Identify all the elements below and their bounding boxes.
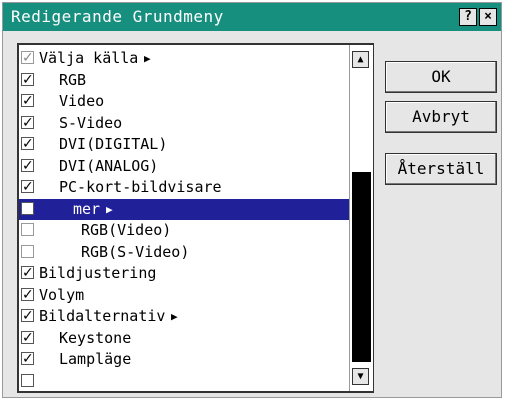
item-checkbox: [21, 244, 34, 258]
item-label: RGB(S-Video): [81, 242, 190, 261]
item-label: Bildalternativ: [39, 307, 166, 325]
item-checkbox[interactable]: [21, 134, 34, 155]
item-checkbox[interactable]: [21, 373, 34, 387]
scroll-down-button[interactable]: ▼: [352, 368, 369, 385]
item-label: Keystone: [59, 328, 132, 347]
item-label: Lampläge: [59, 350, 132, 368]
item-label: RGB(Video): [81, 221, 172, 239]
item-checkbox[interactable]: [21, 156, 34, 177]
list-item[interactable]: Keystone: [19, 328, 349, 349]
item-label: mer: [73, 199, 101, 218]
list-item[interactable]: Video: [19, 91, 349, 112]
list-item[interactable]: Bildjustering: [19, 263, 349, 284]
reset-button[interactable]: Återställ: [385, 153, 497, 185]
item-label: DVI(ANALOG): [59, 156, 159, 175]
list-item[interactable]: Bildalternativ ▶: [19, 306, 349, 327]
submenu-arrow-icon: ▶: [171, 310, 178, 323]
help-button[interactable]: ?: [459, 8, 477, 26]
item-checkbox[interactable]: [21, 349, 34, 370]
close-button[interactable]: ×: [479, 8, 497, 26]
list-item[interactable]: [19, 371, 349, 392]
item-checkbox[interactable]: [21, 306, 34, 327]
item-checkbox[interactable]: [21, 328, 34, 349]
list-item[interactable]: RGB(Video): [19, 220, 349, 241]
list-item[interactable]: DVI(DIGITAL): [19, 134, 349, 155]
submenu-arrow-icon: ▶: [144, 52, 151, 65]
list-item[interactable]: RGB(S-Video): [19, 242, 349, 263]
item-label: S-Video: [59, 113, 123, 132]
scroll-up-button[interactable]: ▲: [352, 51, 369, 68]
item-checkbox[interactable]: [21, 201, 34, 215]
item-checkbox[interactable]: [21, 91, 34, 112]
list-item[interactable]: Lampläge: [19, 349, 349, 370]
item-checkbox[interactable]: [21, 285, 34, 306]
list-item[interactable]: mer ▶: [19, 198, 349, 220]
item-checkbox: [21, 48, 34, 69]
item-label: PC-kort-bildvisare: [59, 178, 222, 196]
item-checkbox[interactable]: [21, 177, 34, 198]
scroll-thumb[interactable]: [352, 172, 371, 362]
menu-items-list: Välja källa ▶ RGB Video S-Video DVI(DIGITAL) D…: [19, 45, 349, 391]
menu-items-listbox[interactable]: Välja källa ▶ RGB Video S-Video DVI(DIGITAL) D…: [17, 43, 374, 393]
ok-button[interactable]: OK: [385, 61, 497, 93]
vertical-scrollbar[interactable]: ▲ ▼: [349, 45, 373, 391]
item-label: Bildjustering: [39, 264, 157, 282]
item-label: RGB: [59, 70, 87, 89]
cancel-button[interactable]: Avbryt: [385, 101, 497, 133]
window-title: Redigerande Grundmeny: [11, 7, 224, 26]
item-label: Välja källa: [39, 49, 139, 67]
list-item[interactable]: RGB: [19, 70, 349, 91]
list-item[interactable]: DVI(ANALOG): [19, 156, 349, 177]
item-label: Volym: [39, 285, 85, 304]
title-bar: Redigerande Grundmeny ? ×: [3, 3, 501, 31]
list-item[interactable]: S-Video: [19, 113, 349, 134]
list-item[interactable]: PC-kort-bildvisare: [19, 177, 349, 198]
submenu-arrow-icon: ▶: [106, 202, 113, 216]
item-checkbox: [21, 223, 34, 236]
item-checkbox[interactable]: [21, 113, 34, 134]
list-item[interactable]: Välja källa ▶: [19, 48, 349, 69]
item-checkbox[interactable]: [21, 70, 34, 91]
basic-menu-editor-dialog: Redigerande Grundmeny ? × Välja källa ▶ RG…: [2, 2, 502, 398]
item-checkbox[interactable]: [21, 263, 34, 284]
list-item[interactable]: Volym: [19, 285, 349, 306]
item-label: Video: [59, 92, 105, 110]
item-label: DVI(DIGITAL): [59, 135, 168, 153]
